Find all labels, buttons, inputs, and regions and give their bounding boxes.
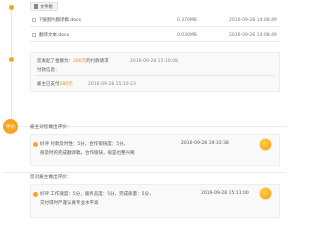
timeline-line — [11, 8, 12, 128]
file-row[interactable]: 翻译文本.docx 0.030MB 2016-09-28 14:08:49 — [30, 29, 280, 42]
my-rating-line: 好评 工作速度：5分，服务态度：5分，完成质量：5分， — [40, 192, 154, 197]
file-name[interactable]: 7张图片翻译稿.docx — [39, 17, 177, 23]
file-checkbox[interactable] — [32, 18, 36, 22]
my-avatar — [259, 187, 272, 200]
payment-paid-date: 2016-09-28 15:10:23 — [88, 82, 136, 87]
payment-request-date: 2016-09-28 15:10:08 — [130, 59, 178, 64]
payment-panel: 您发起了金额为：280元的付款请求 2016-09-28 15:10:08 付款… — [30, 52, 280, 92]
employer-review-date: 2016-09-28 19:33:38 — [181, 141, 229, 146]
employer-review-title: 雇主对您做出评价： — [30, 125, 72, 130]
payment-info-label: 付款信息： — [37, 68, 60, 73]
my-review-comment: 交付得时严谨认真专业水平高 — [40, 201, 99, 206]
paid-amount: 280元 — [59, 82, 73, 87]
payment-divider — [35, 75, 275, 76]
file-size: 0.370MB — [177, 17, 197, 23]
file-name[interactable]: 翻译文本.docx — [39, 32, 177, 38]
file-date: 2016-09-28 14:08:49 — [229, 17, 277, 23]
employer-avatar — [259, 138, 272, 151]
evaluation-badge: 评价 — [3, 119, 18, 134]
my-review-date: 2016-09-28 15:11:00 — [201, 191, 249, 196]
payment-amount: 280元 — [73, 59, 87, 64]
employer-review-box: 好评 付款及时性：5分，合作愉快度：5分， 2016-09-28 19:33:3… — [30, 134, 280, 166]
section-divider — [4, 172, 286, 173]
my-review-box: 好评 工作速度：5分，服务态度：5分，完成质量：5分， 2016-09-28 1… — [30, 184, 280, 218]
employer-review-comment: 很及时的完成翻译稿，合作愉快，很是也整兴啊 — [40, 151, 135, 156]
my-review: 好评 工作速度：5分，服务态度：5分，完成质量：5分， 2016-09-28 1… — [30, 184, 280, 218]
file-box-label: 文件框 — [30, 2, 58, 11]
employer-rating-line: 好评 付款及时性：5分，合作愉快度：5分， — [40, 142, 129, 147]
file-row[interactable]: 7张图片翻译稿.docx 0.370MB 2016-09-28 14:08:49 — [30, 14, 280, 27]
timeline-dot-payment — [8, 56, 15, 63]
file-date: 2016-09-28 14:08:49 — [229, 32, 277, 38]
file-icon — [34, 4, 38, 9]
good-rating-icon — [33, 192, 38, 197]
file-size: 0.030MB — [177, 32, 197, 38]
employer-review: 好评 付款及时性：5分，合作愉快度：5分， 2016-09-28 19:33:3… — [30, 134, 280, 166]
payment-paid-line: 雇主已支付280元 2016-09-28 15:10:23 — [37, 82, 136, 87]
good-rating-icon — [33, 142, 38, 147]
payment-request-line: 您发起了金额为：280元的付款请求 2016-09-28 15:10:08 — [37, 59, 178, 64]
file-checkbox[interactable] — [32, 33, 36, 37]
timeline-dot-files — [8, 4, 15, 11]
my-review-title: 您对雇主做出评价： — [30, 175, 72, 180]
